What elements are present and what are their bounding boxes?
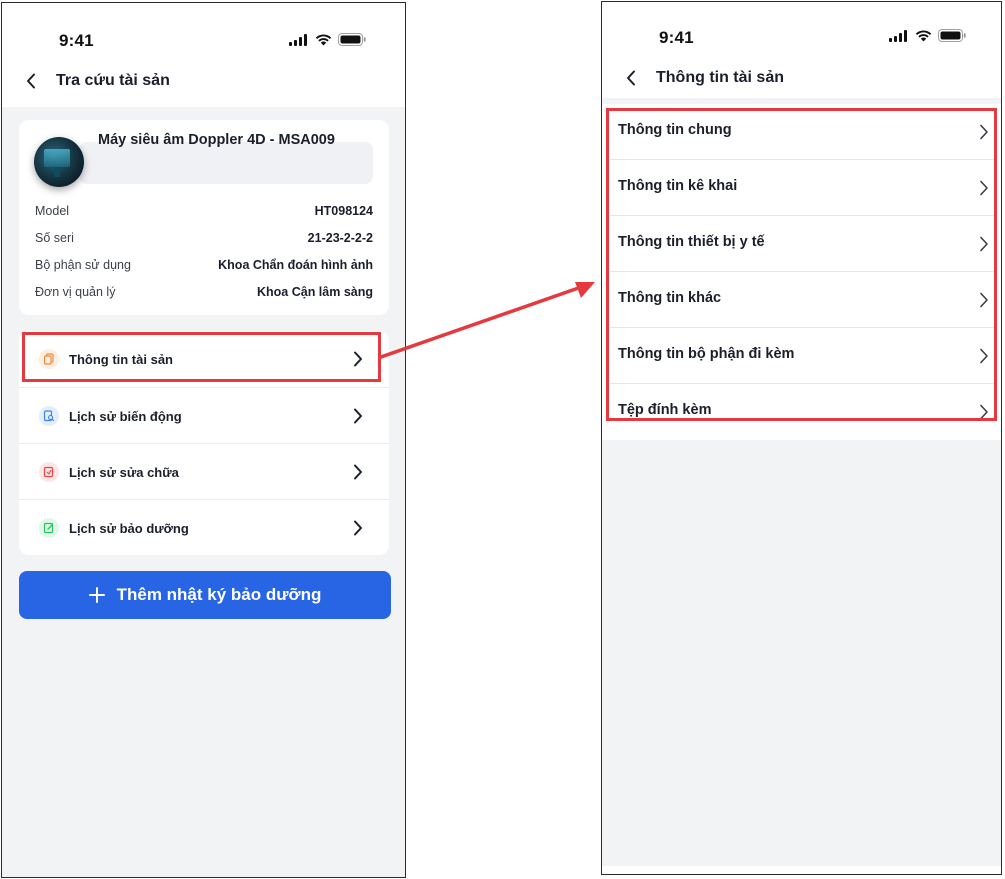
signal-icon [289,33,307,46]
chevron-right-icon [980,236,988,252]
asset-header [34,137,373,187]
menu-item-repair-history[interactable]: Lịch sử sửa chữa [19,443,389,500]
field-label: Model [35,204,70,218]
chevron-right-icon [980,404,988,420]
menu-item-label: Lịch sử sửa chữa [69,464,179,480]
info-item-label: Thông tin kê khai [618,178,738,194]
info-item-general[interactable]: Thông tin chung [602,104,1001,160]
document-search-icon [39,406,59,426]
copy-icon [39,349,59,369]
right-phone-screen: 9:41 Thông tin tài sản Thông tin chung T… [601,1,1002,875]
add-button-label: Thêm nhật ký bảo dưỡng [116,585,322,604]
page-title: Thông tin tài sản [656,69,784,86]
back-button[interactable] [26,69,44,93]
info-item-other[interactable]: Thông tin khác [602,272,1001,328]
field-value: 21-23-2-2-2 [307,231,373,245]
top-bar: 9:41 Thông tin tài sản [602,2,1001,98]
repair-doc-icon [39,462,59,482]
chevron-right-icon [980,292,988,308]
edit-doc-icon [39,518,59,538]
asset-field-model: Model HT098124 [35,204,373,218]
wifi-icon [315,33,332,45]
field-value: Khoa Cận lâm sàng [257,285,373,299]
field-label: Đơn vị quản lý [35,285,116,299]
menu-item-maintenance-history[interactable]: Lịch sử bảo dưỡng [19,499,389,556]
info-item-label: Tệp đính kèm [618,402,712,418]
chevron-left-icon [27,73,35,89]
page-title: Tra cứu tài sản [56,72,170,89]
chevron-right-icon [980,180,988,196]
annotation-arrow [379,282,595,359]
info-item-label: Thông tin thiết bị y tế [618,234,765,250]
chevron-left-icon [627,70,635,86]
menu-item-label: Thông tin tài sản [69,351,173,367]
add-maintenance-log-button[interactable]: Thêm nhật ký bảo dưỡng [19,571,391,619]
asset-field-department: Bộ phận sử dụng Khoa Chẩn đoán hình ảnh [35,258,373,272]
info-item-label: Thông tin chung [618,122,732,138]
field-label: Bộ phận sử dụng [35,258,131,272]
chevron-right-icon [980,124,988,140]
wifi-icon [915,29,932,41]
info-item-label: Thông tin khác [618,290,722,306]
field-label: Số seri [35,231,74,245]
battery-icon [938,29,966,42]
chevron-right-icon [354,520,362,536]
asset-name-pill [79,142,373,184]
info-item-label: Thông tin bộ phận đi kèm [618,346,795,362]
menu-item-asset-info[interactable]: Thông tin tài sản [19,331,389,387]
status-time: 9:41 [59,31,94,50]
status-icons [289,33,366,46]
left-phone-screen: 9:41 Tra cứu tài sản Máy siêu âm Doppler… [1,2,406,878]
chevron-right-icon [980,348,988,364]
info-item-accessories[interactable]: Thông tin bộ phận đi kèm [602,328,1001,384]
info-item-declaration[interactable]: Thông tin kê khai [602,160,1001,216]
back-button[interactable] [626,66,644,90]
asset-field-serial: Số seri 21-23-2-2-2 [35,231,373,245]
menu-item-label: Lịch sử biến động [69,408,182,424]
navigation-bar: Thông tin tài sản [626,66,784,90]
signal-icon [889,29,907,42]
asset-summary-card: Máy siêu âm Doppler 4D - MSA009 Model HT… [19,120,389,315]
field-value: HT098124 [314,204,373,218]
plus-icon [88,587,105,603]
chevron-right-icon [354,408,362,424]
bottom-bar [602,866,1001,874]
asset-menu: Thông tin tài sản Lịch sử biến động Lịch… [19,331,389,555]
asset-info-list: Thông tin chung Thông tin kê khai Thông … [602,104,1001,440]
asset-field-unit: Đơn vị quản lý Khoa Cận lâm sàng [35,285,373,299]
asset-name: Máy siêu âm Doppler 4D - MSA009 [98,132,335,148]
status-icons [889,29,966,42]
chevron-right-icon [354,351,362,367]
menu-item-label: Lịch sử bảo dưỡng [69,520,189,536]
menu-item-change-history[interactable]: Lịch sử biến động [19,387,389,444]
navigation-bar: Tra cứu tài sản [26,69,170,93]
status-time: 9:41 [659,28,694,47]
top-bar: 9:41 Tra cứu tài sản [2,3,405,107]
info-item-medical-device[interactable]: Thông tin thiết bị y tế [602,216,1001,272]
chevron-right-icon [354,464,362,480]
info-item-attachments[interactable]: Tệp đính kèm [602,384,1001,440]
asset-avatar [34,137,84,187]
field-value: Khoa Chẩn đoán hình ảnh [218,258,373,272]
battery-icon [338,33,366,46]
